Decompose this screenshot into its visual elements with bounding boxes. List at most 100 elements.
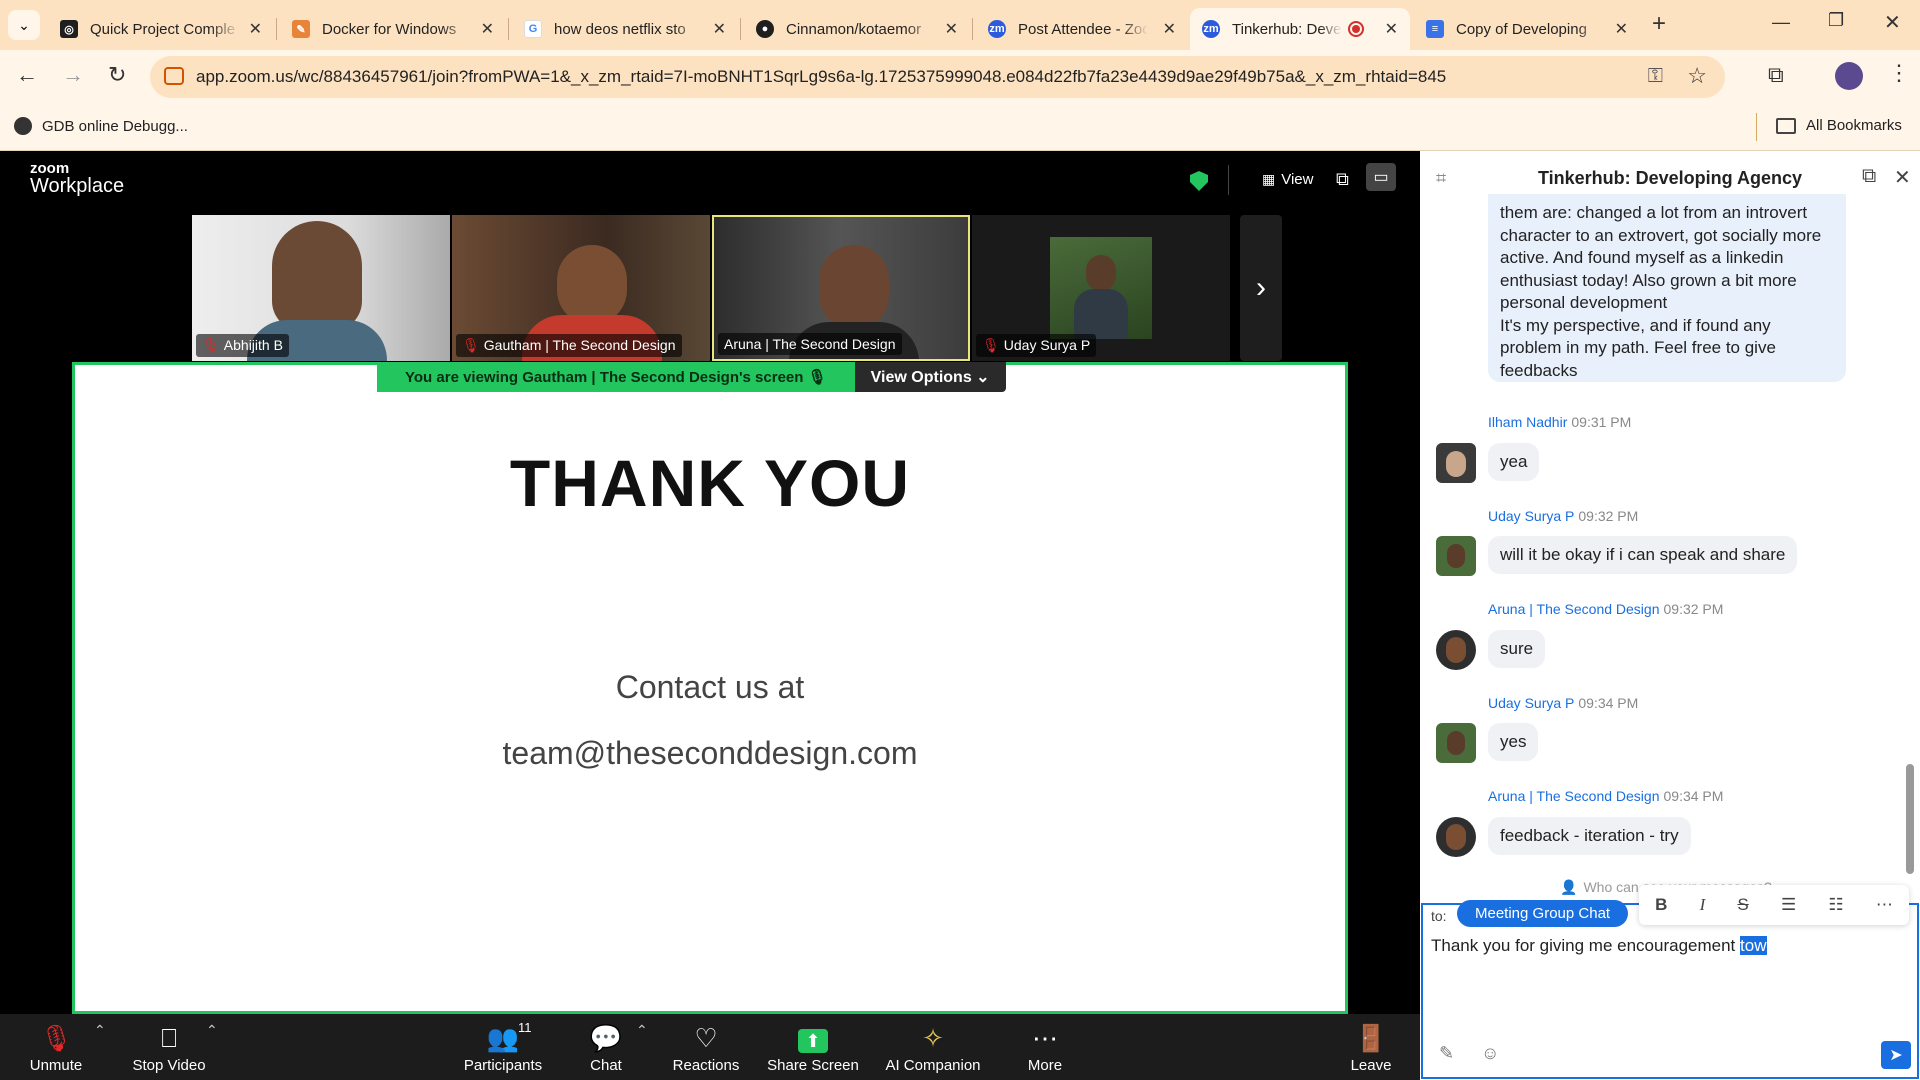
menu-dots-icon[interactable]: ⋮ [1888, 60, 1910, 86]
format-pen-icon[interactable]: ✎ [1439, 1043, 1454, 1064]
grid-view-icon: ▦ [1262, 171, 1276, 187]
view-options-button[interactable]: View Options ⌄ [854, 362, 1006, 392]
popout-icon[interactable]: ⧉ [1862, 165, 1876, 188]
message-sender[interactable]: Aruna | The Second Design 09:34 PM [1488, 788, 1723, 804]
message-sender[interactable]: Uday Surya P 09:32 PM [1488, 508, 1638, 524]
ai-companion-button[interactable]: ✧ AI Companion [880, 1014, 986, 1080]
bold-icon[interactable]: B [1655, 895, 1667, 915]
chat-options-chevron-icon[interactable]: ⌃ [636, 1022, 648, 1039]
next-page-chevron-icon[interactable]: › [1240, 215, 1282, 361]
password-key-icon[interactable]: ⚿ [1648, 65, 1663, 88]
share-screen-button[interactable]: ⬆ Share Screen [766, 1014, 860, 1080]
new-tab-icon[interactable]: + [1652, 10, 1666, 38]
picture-in-picture-icon[interactable]: ⧉ [1336, 169, 1349, 190]
profile-avatar[interactable] [1835, 62, 1863, 90]
all-bookmarks[interactable]: All Bookmarks [1776, 117, 1902, 134]
slide-contact-label: Contact us at [615, 669, 805, 705]
zoom-toolbar: 🎙 Unmute ⌃ ⎕ Stop Video ⌃ 👥 Participants 11… [0, 1014, 1420, 1080]
video-options-chevron-icon[interactable]: ⌃ [206, 1022, 218, 1039]
camera-blocked-icon[interactable] [164, 67, 184, 85]
browser-nav-bar: ← → ↻ app.zoom.us/wc/88436457961/join?fr… [0, 50, 1920, 105]
back-icon[interactable]: ← [16, 62, 38, 88]
close-tab-icon[interactable]: ✕ [249, 19, 262, 39]
encryption-shield-icon[interactable] [1190, 171, 1208, 191]
message-sender[interactable]: Ilham Nadhir 09:31 PM [1488, 414, 1631, 430]
bullet-list-icon[interactable]: ☰ [1781, 895, 1796, 915]
send-icon[interactable]: ➤ [1881, 1041, 1911, 1069]
muted-mic-icon: 🎙 [462, 337, 480, 353]
zoom-logo: zoom Workplace [30, 160, 125, 197]
view-button[interactable]: ▦ View [1262, 171, 1313, 188]
message-sender[interactable]: Uday Surya P 09:34 PM [1488, 695, 1638, 711]
numbered-list-icon[interactable]: ☷ [1828, 895, 1843, 915]
recipient-selector[interactable]: Meeting Group Chat [1457, 900, 1629, 927]
avatar[interactable] [1436, 443, 1476, 483]
fullscreen-icon[interactable]: ▭ [1366, 163, 1396, 191]
zoom-header: zoom Workplace ▦ View ⧉ ▭ [0, 151, 1420, 211]
emoji-icon[interactable]: ☺ [1481, 1043, 1499, 1064]
stop-video-button[interactable]: ⎕ Stop Video [126, 1014, 212, 1080]
tab-docker[interactable]: ✎ Docker for Windows ✕ [280, 8, 506, 50]
close-tab-icon[interactable]: ✕ [945, 19, 958, 39]
avatar[interactable] [1436, 817, 1476, 857]
bookmark-gdb[interactable]: GDB online Debugg... [14, 117, 188, 135]
unmute-button[interactable]: 🎙 Unmute [20, 1014, 92, 1080]
recording-icon [1348, 21, 1364, 37]
close-chat-icon[interactable]: ✕ [1894, 165, 1911, 190]
leave-button[interactable]: 🚪 Leave [1346, 1014, 1396, 1080]
audio-options-chevron-icon[interactable]: ⌃ [94, 1022, 106, 1039]
participant-tile[interactable]: 🎙 Gautham | The Second Design [452, 215, 710, 361]
participant-tile[interactable]: 🎙 Abhijith B [192, 215, 450, 361]
italic-icon[interactable]: I [1700, 895, 1706, 915]
bookmark-star-icon[interactable]: ☆ [1687, 63, 1707, 89]
chat-compose-box[interactable]: to: Meeting Group Chat B I S ☰ ☷ ⋯ Thank… [1421, 885, 1919, 1079]
close-tab-icon[interactable]: ✕ [1163, 19, 1176, 39]
avatar[interactable] [1436, 536, 1476, 576]
person-icon: 👤 [1560, 878, 1578, 895]
forward-icon[interactable]: → [62, 62, 84, 88]
tab-copy-of-developing[interactable]: ≡ Copy of Developing ✕ [1414, 8, 1640, 50]
folder-icon [1776, 117, 1796, 134]
avatar[interactable] [1436, 723, 1476, 763]
message-input[interactable]: Thank you for giving me encouragement to… [1431, 936, 1767, 956]
extensions-icon[interactable]: ⧉ [1768, 62, 1784, 88]
reload-icon[interactable]: ↻ [108, 62, 126, 88]
slide-title: THANK YOU [509, 446, 911, 520]
close-tab-icon[interactable]: ✕ [1615, 19, 1628, 39]
close-tab-icon[interactable]: ✕ [481, 19, 494, 39]
viewing-banner: You are viewing Gautham | The Second Des… [377, 362, 1006, 392]
tab-github[interactable]: ● Cinnamon/kotaemor ✕ [744, 8, 970, 50]
doc-icon: ✎ [292, 20, 310, 38]
chat-bubble-icon: 💬 [589, 1023, 623, 1053]
tab-label: Post Attendee - Zoo [1018, 20, 1148, 38]
muted-mic-icon: 🎙 [202, 337, 220, 353]
tab-netflix-search[interactable]: G how deos netflix sto ✕ [512, 8, 738, 50]
close-window-icon[interactable]: ✕ [1884, 10, 1901, 35]
close-tab-icon[interactable]: ✕ [713, 19, 726, 39]
close-tab-icon[interactable]: ✕ [1385, 19, 1398, 39]
chat-button[interactable]: 💬 Chat [576, 1014, 636, 1080]
participant-avatar [1050, 237, 1152, 339]
reactions-button[interactable]: ♡ Reactions [668, 1014, 744, 1080]
strikethrough-icon[interactable]: S [1737, 895, 1748, 915]
minimize-icon[interactable]: — [1772, 12, 1790, 33]
participants-icon: 👥 [486, 1023, 520, 1053]
more-button[interactable]: ⋯ More [1016, 1014, 1074, 1080]
more-dots-icon: ⋯ [1032, 1023, 1058, 1053]
to-label: to: [1431, 908, 1447, 924]
restore-icon[interactable]: ❐ [1828, 10, 1844, 31]
url-text[interactable]: app.zoom.us/wc/88436457961/join?fromPWA=… [196, 67, 1446, 87]
chat-scrollbar[interactable] [1906, 764, 1914, 874]
participant-tile[interactable]: 🎙 Uday Surya P [972, 215, 1230, 361]
avatar[interactable] [1436, 630, 1476, 670]
tab-post-attendee[interactable]: zm Post Attendee - Zoo ✕ [976, 8, 1188, 50]
muted-mic-icon: 🎙 [39, 1023, 73, 1053]
message-sender[interactable]: Aruna | The Second Design 09:32 PM [1488, 601, 1723, 617]
more-format-icon[interactable]: ⋯ [1876, 895, 1893, 915]
tab-search-chevron-icon[interactable]: ⌄ [8, 10, 40, 40]
tab-tinkerhub-active[interactable]: zm Tinkerhub: Devel ✕ [1190, 8, 1410, 50]
participant-tile-active-speaker[interactable]: Aruna | The Second Design [712, 215, 970, 361]
participants-button[interactable]: 👥 Participants [460, 1014, 546, 1080]
tab-quick-project[interactable]: ◎ Quick Project Comple ✕ [48, 8, 274, 50]
address-bar[interactable]: app.zoom.us/wc/88436457961/join?fromPWA=… [150, 56, 1725, 98]
